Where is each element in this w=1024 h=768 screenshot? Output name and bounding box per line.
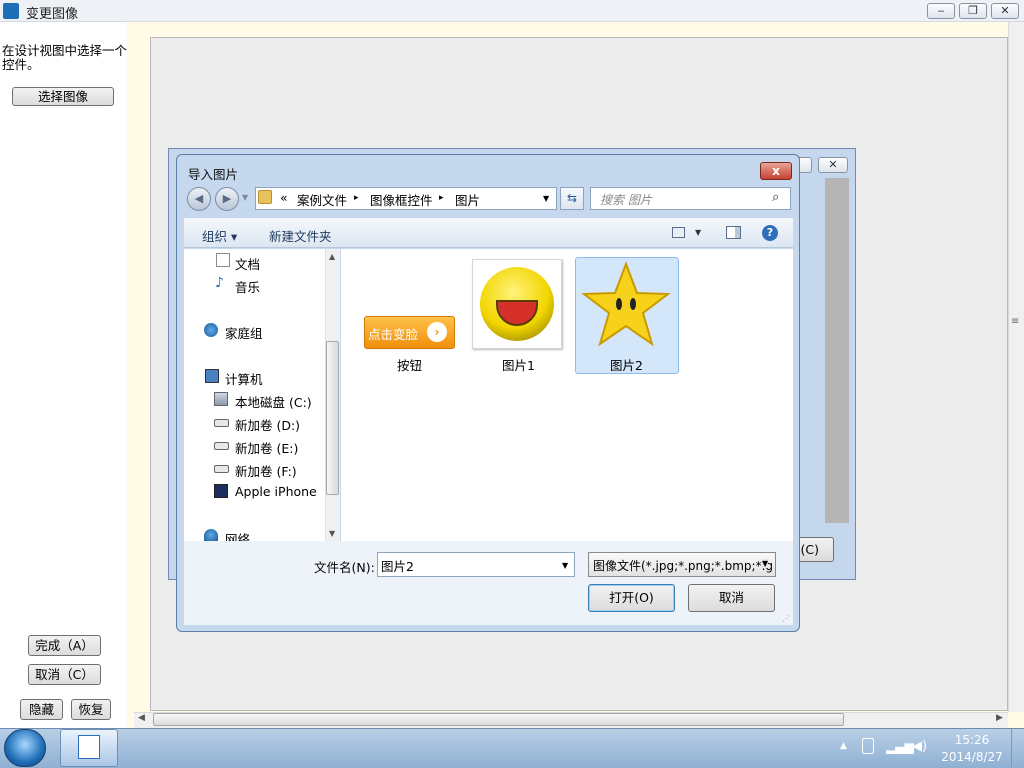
file-name: 图片2 xyxy=(610,358,643,373)
drive-icon xyxy=(214,442,229,450)
nav-item-computer[interactable]: 计算机 xyxy=(225,369,263,388)
finish-button[interactable]: 完成（A） xyxy=(28,635,101,656)
maximize-button[interactable]: ❐ xyxy=(959,3,987,19)
search-icon[interactable]: ⌕ xyxy=(772,190,779,205)
vertical-scrollbar[interactable] xyxy=(1008,22,1024,712)
scroll-left-icon[interactable]: ◀ xyxy=(138,713,145,723)
music-icon: ♪ xyxy=(215,275,224,291)
back-icon[interactable]: ◀ xyxy=(187,187,211,211)
show-hidden-icons-icon[interactable]: ▲ xyxy=(840,741,847,751)
forward-icon[interactable]: ▶ xyxy=(215,187,239,211)
select-image-button[interactable]: 选择图像 xyxy=(12,87,114,106)
nav-item-drive-d[interactable]: 新加卷 (D:) xyxy=(235,415,300,434)
nav-item-network[interactable]: 网络 xyxy=(225,529,250,541)
new-folder-button[interactable]: 新建文件夹 xyxy=(269,226,332,245)
instruction-text: 在设计视图中选择一个控件。 xyxy=(2,43,128,72)
hide-button[interactable]: 隐藏 xyxy=(20,699,63,720)
breadcrumb-item[interactable]: 图像框控件 xyxy=(370,190,433,209)
document-icon xyxy=(216,253,230,267)
filename-label: 文件名(N): xyxy=(314,560,375,575)
scroll-right-icon[interactable]: ▶ xyxy=(996,713,1003,723)
breadcrumb-item[interactable]: 图片 xyxy=(455,190,480,209)
scroll-grip-icon: ≡ xyxy=(1011,316,1020,327)
minimize-button[interactable]: ‒ xyxy=(927,3,955,19)
recent-pages-chevron-icon[interactable]: ▼ xyxy=(242,193,248,202)
filetype-dropdown-icon[interactable]: ▼ xyxy=(762,559,769,568)
nav-item-iphone[interactable]: Apple iPhone xyxy=(235,484,317,499)
dialog-title: 导入图片 xyxy=(188,167,239,182)
file-name: 图片1 xyxy=(502,358,535,373)
scroll-up-icon[interactable]: ▲ xyxy=(329,252,335,261)
close-window-button[interactable]: ✕ xyxy=(991,3,1019,19)
clock-time[interactable]: 15:26 xyxy=(942,733,1002,747)
file-tile-button[interactable] xyxy=(362,260,457,370)
clock-date[interactable]: 2014/8/27 xyxy=(938,750,1006,764)
nav-item-drive-f[interactable]: 新加卷 (F:) xyxy=(235,461,297,480)
device-icon[interactable] xyxy=(862,738,874,754)
refresh-icon[interactable]: ⇆ xyxy=(560,187,584,210)
nav-item-homegroup[interactable]: 家庭组 xyxy=(225,323,263,342)
file-name: 按钮 xyxy=(396,358,422,373)
view-options-icon[interactable] xyxy=(672,227,685,238)
nav-item-drive-e[interactable]: 新加卷 (E:) xyxy=(235,438,298,457)
nav-scroll-thumb[interactable] xyxy=(326,341,339,495)
drive-icon xyxy=(214,465,229,473)
dialog-cancel-button[interactable]: 取消 xyxy=(688,584,775,612)
nav-item-drive-c[interactable]: 本地磁盘 (C:) xyxy=(235,392,312,411)
computer-icon xyxy=(205,369,219,383)
panel-divider xyxy=(127,22,134,728)
horizontal-scroll-thumb[interactable] xyxy=(153,713,844,726)
resize-grip-icon[interactable]: ⋰ xyxy=(782,614,790,623)
view-dropdown-icon[interactable]: ▼ xyxy=(695,228,701,237)
button-thumbnail-text: 点击变脸 xyxy=(368,327,419,342)
breadcrumb-overflow[interactable]: « xyxy=(280,190,288,205)
bg-dialog-close[interactable]: ✕ xyxy=(818,157,848,173)
nav-item-documents[interactable]: 文档 xyxy=(235,254,260,273)
filename-dropdown-icon[interactable]: ▼ xyxy=(562,561,568,570)
start-button[interactable] xyxy=(4,729,46,767)
homegroup-icon xyxy=(204,323,218,337)
address-dropdown-icon[interactable]: ▼ xyxy=(543,194,549,203)
network-icon xyxy=(204,529,218,541)
show-desktop-button[interactable] xyxy=(1011,729,1023,767)
breadcrumb-separator-icon[interactable]: ▸ xyxy=(439,193,444,203)
volume-icon[interactable]: ◀) xyxy=(912,739,927,754)
open-button[interactable]: 打开(O) xyxy=(588,584,675,612)
filename-input[interactable]: 图片2 xyxy=(377,552,575,577)
dialog-close-button[interactable]: x xyxy=(760,162,792,180)
folder-icon xyxy=(258,190,272,204)
local-disk-icon xyxy=(214,392,228,406)
window-titlebar xyxy=(0,0,1024,22)
left-panel xyxy=(0,22,134,728)
help-icon[interactable]: ? xyxy=(762,225,778,241)
phone-icon xyxy=(214,484,228,498)
drive-icon xyxy=(214,419,229,427)
organize-menu[interactable]: 组织 ▾ xyxy=(202,226,237,245)
arrow-right-icon: › xyxy=(427,322,447,342)
scroll-down-icon[interactable]: ▼ xyxy=(329,529,335,538)
window-title: 变更图像 xyxy=(26,7,79,22)
app-taskbar-icon xyxy=(78,735,100,759)
nav-item-music[interactable]: 音乐 xyxy=(235,277,260,296)
network-signal-icon[interactable]: ▂▄▆ xyxy=(886,740,914,754)
preview-pane-icon[interactable] xyxy=(726,226,741,239)
filetype-select[interactable]: 图像文件(*.jpg;*.png;*.bmp;*.g xyxy=(588,552,776,577)
breadcrumb-item[interactable]: 案例文件 xyxy=(297,190,347,209)
star-icon xyxy=(581,260,671,350)
app-icon xyxy=(3,3,19,19)
search-placeholder: 搜索 图片 xyxy=(600,193,652,207)
cancel-button[interactable]: 取消（C） xyxy=(28,664,101,685)
breadcrumb-separator-icon[interactable]: ▸ xyxy=(354,193,359,203)
restore-button[interactable]: 恢复 xyxy=(71,699,111,720)
bg-dialog-panel xyxy=(825,178,849,523)
